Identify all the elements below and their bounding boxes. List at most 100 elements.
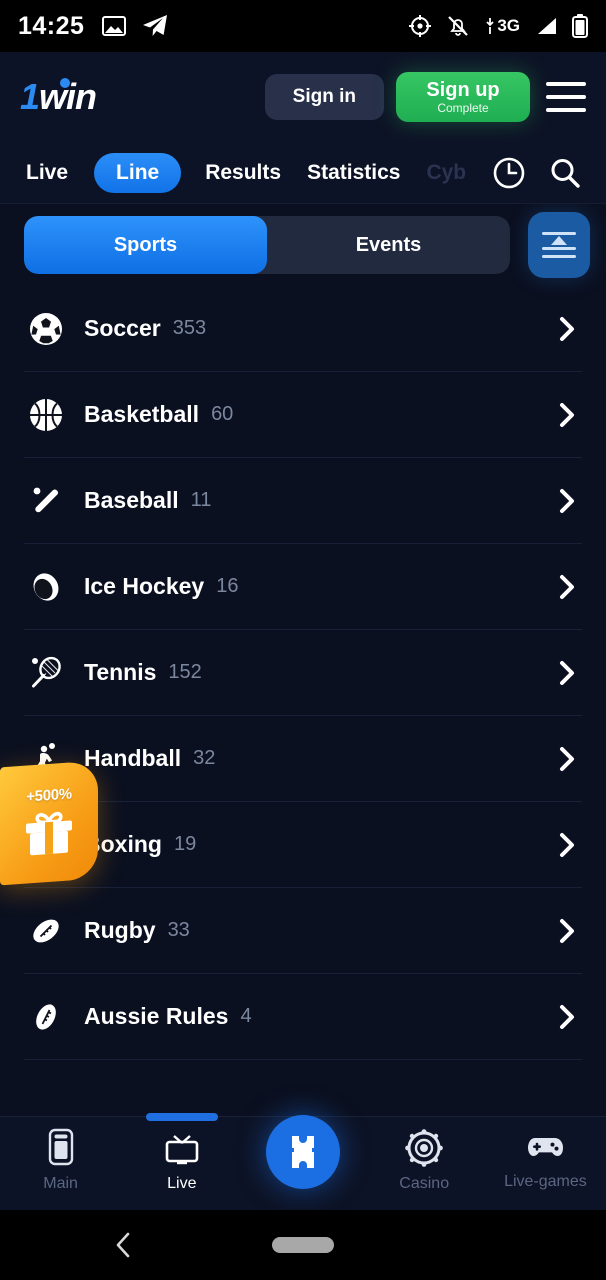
table-row[interactable]: Soccer 353 bbox=[24, 286, 582, 372]
sport-name: Aussie Rules bbox=[84, 1003, 229, 1029]
sport-name: Handball bbox=[84, 745, 182, 771]
clock-icon[interactable] bbox=[492, 156, 526, 190]
home-indicator-pill[interactable] bbox=[272, 1237, 334, 1253]
rugby-ball-icon bbox=[24, 909, 68, 953]
app-screen: 14:25 3G 1 win Sign in Sign up Complete … bbox=[0, 0, 606, 1280]
tab-statistics[interactable]: Statistics bbox=[307, 161, 400, 185]
sport-count: 353 bbox=[172, 317, 207, 339]
sport-name: Basketball bbox=[84, 401, 200, 427]
aussie-rules-ball-icon bbox=[24, 995, 68, 1039]
location-target-icon bbox=[408, 14, 432, 38]
tab-live[interactable]: Live bbox=[26, 161, 68, 185]
chevron-right-icon[interactable] bbox=[552, 314, 582, 344]
table-row[interactable]: Handball 32 bbox=[24, 716, 582, 802]
sort-ascending-icon[interactable] bbox=[528, 212, 590, 278]
sport-name: Soccer bbox=[84, 315, 161, 341]
chevron-right-icon[interactable] bbox=[552, 658, 582, 688]
sign-up-button[interactable]: Sign up Complete bbox=[396, 72, 530, 122]
bottom-nav-label: Casino bbox=[399, 1175, 450, 1192]
table-row[interactable]: Ice Hockey 16 bbox=[24, 544, 582, 630]
table-row[interactable]: Aussie Rules 4 bbox=[24, 974, 582, 1060]
sport-count: 152 bbox=[168, 661, 202, 683]
promo-badge-label: +500% bbox=[26, 784, 72, 806]
status-bar: 14:25 3G bbox=[0, 0, 606, 52]
bottom-nav-casino[interactable]: Casino bbox=[364, 1127, 485, 1193]
sports-list: Soccer 353 Basketball 60 Baseball 11 Ice… bbox=[0, 286, 606, 1116]
table-row[interactable]: Basketball 60 bbox=[24, 372, 582, 458]
bet-slip-icon[interactable] bbox=[266, 1115, 340, 1189]
table-row[interactable]: Rugby 33 bbox=[24, 888, 582, 974]
tab-results[interactable]: Results bbox=[205, 161, 281, 185]
back-chevron-icon[interactable] bbox=[112, 1230, 136, 1260]
hamburger-menu-icon[interactable] bbox=[546, 82, 586, 112]
status-bar-clock: 14:25 bbox=[18, 11, 85, 40]
sport-count: 16 bbox=[216, 575, 239, 597]
sign-up-label: Sign up bbox=[426, 78, 500, 101]
bottom-nav-live-games[interactable]: Live-games bbox=[485, 1127, 606, 1191]
telegram-icon bbox=[142, 14, 168, 38]
table-row[interactable]: Tennis 152 bbox=[24, 630, 582, 716]
baseball-bat-icon bbox=[24, 479, 68, 523]
promo-bonus-widget[interactable]: +500% bbox=[0, 760, 98, 886]
bottom-nav-live[interactable]: Live bbox=[121, 1127, 242, 1193]
sport-name: Ice Hockey bbox=[84, 573, 205, 599]
sports-events-toggle-bar: Sports Events bbox=[0, 204, 606, 286]
sign-up-sub-label: Complete bbox=[437, 100, 489, 115]
casino-chip-icon bbox=[403, 1127, 445, 1169]
primary-nav-tabs: Live Line Results Statistics Cyb bbox=[0, 142, 606, 204]
segment-events[interactable]: Events bbox=[267, 216, 510, 274]
chevron-right-icon[interactable] bbox=[552, 830, 582, 860]
segment-sports[interactable]: Sports bbox=[24, 216, 267, 274]
chevron-right-icon[interactable] bbox=[552, 572, 582, 602]
brand-logo[interactable]: 1 win bbox=[20, 76, 97, 118]
hockey-puck-icon bbox=[24, 565, 68, 609]
tab-line[interactable]: Line bbox=[94, 152, 182, 193]
chevron-right-icon[interactable] bbox=[552, 400, 582, 430]
bottom-nav-label: Live bbox=[167, 1175, 197, 1192]
basketball-icon bbox=[24, 393, 68, 437]
sport-name: Baseball bbox=[84, 487, 179, 513]
sport-count: 33 bbox=[167, 919, 190, 941]
network-type-indicator: 3G bbox=[484, 16, 520, 36]
bottom-nav-label: Live-games bbox=[504, 1173, 587, 1190]
signal-strength-icon bbox=[534, 16, 558, 36]
app-header: 1 win Sign in Sign up Complete bbox=[0, 52, 606, 142]
gift-box-icon bbox=[22, 806, 76, 862]
status-bar-notification-icons bbox=[102, 14, 168, 38]
logo-one: 1 bbox=[20, 76, 40, 117]
soccer-ball-icon bbox=[24, 307, 68, 351]
sport-count: 4 bbox=[240, 1005, 252, 1027]
sign-in-button[interactable]: Sign in bbox=[264, 74, 384, 120]
chevron-right-icon[interactable] bbox=[552, 486, 582, 516]
sport-count: 32 bbox=[193, 747, 216, 769]
image-icon bbox=[102, 15, 127, 37]
phone-app-icon bbox=[41, 1127, 81, 1169]
notifications-muted-icon bbox=[446, 14, 470, 38]
logo-dot-icon bbox=[60, 78, 71, 88]
chevron-right-icon[interactable] bbox=[552, 744, 582, 774]
android-system-nav bbox=[0, 1210, 606, 1280]
bottom-nav-betslip[interactable] bbox=[242, 1115, 363, 1189]
search-icon[interactable] bbox=[548, 156, 582, 190]
nav-tools bbox=[470, 155, 588, 190]
chevron-right-icon[interactable] bbox=[552, 916, 582, 946]
sport-count: 60 bbox=[211, 403, 234, 425]
sport-count: 19 bbox=[173, 833, 197, 855]
bottom-nav-main[interactable]: Main bbox=[0, 1127, 121, 1193]
chevron-right-icon[interactable] bbox=[552, 1002, 582, 1032]
sports-events-segment: Sports Events bbox=[24, 216, 510, 274]
gamepad-icon bbox=[522, 1127, 568, 1167]
active-tab-indicator bbox=[146, 1113, 218, 1121]
tv-icon bbox=[160, 1127, 204, 1169]
status-bar-system-icons: 3G bbox=[408, 14, 588, 38]
table-row[interactable]: Boxing 19 bbox=[24, 802, 582, 888]
table-row[interactable]: Baseball 11 bbox=[24, 458, 582, 544]
bottom-navigation-bar: Main Live Casino Live-games bbox=[0, 1113, 606, 1210]
tab-cybersport[interactable]: Cyb bbox=[426, 161, 466, 185]
sport-name: Tennis bbox=[84, 659, 157, 685]
bottom-nav-label: Main bbox=[43, 1175, 78, 1192]
sport-name: Rugby bbox=[84, 917, 156, 943]
sport-count: 11 bbox=[190, 489, 212, 511]
battery-icon bbox=[572, 14, 588, 38]
tennis-racket-icon bbox=[24, 651, 68, 695]
